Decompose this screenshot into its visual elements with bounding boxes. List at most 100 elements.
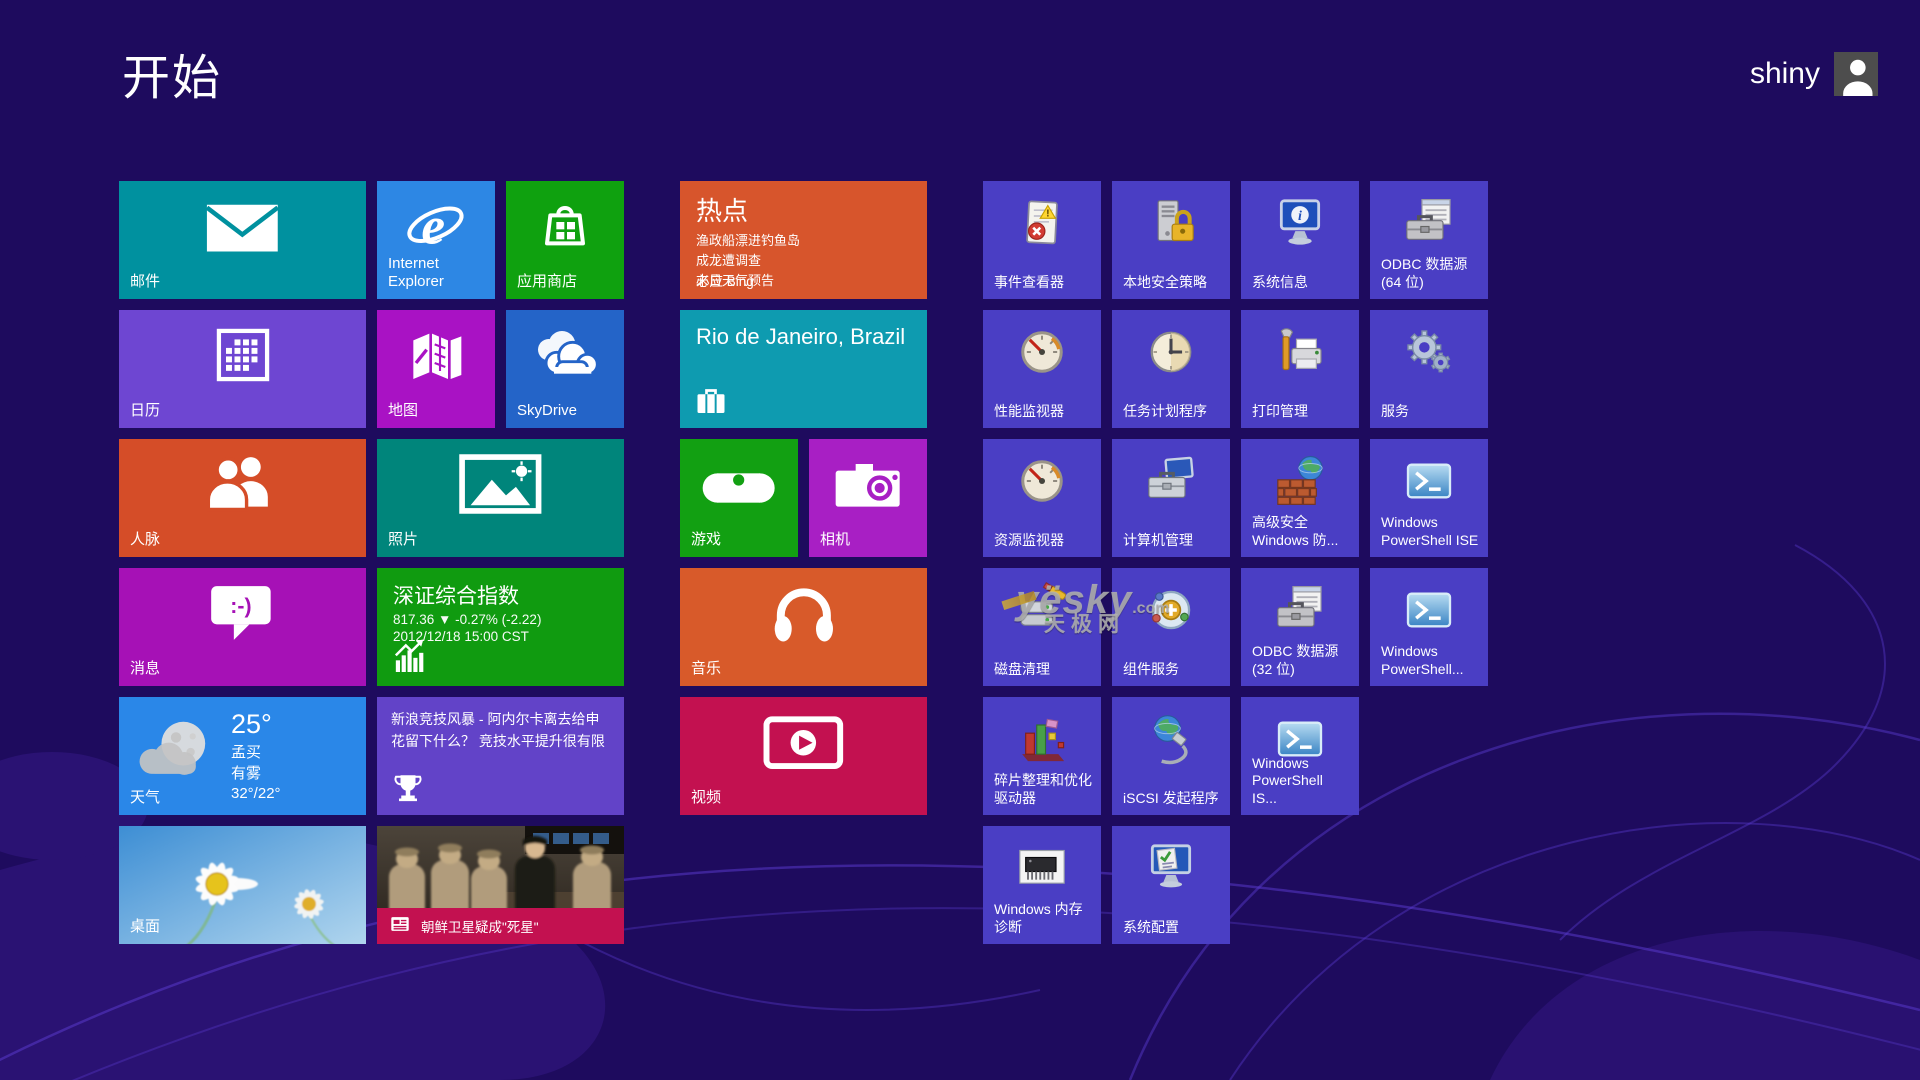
bing-news-item: 成龙遭调查: [696, 252, 927, 271]
computer-mgmt-icon: [1143, 453, 1199, 514]
svg-text:i: i: [1298, 209, 1302, 224]
maps-tile[interactable]: 地图: [377, 310, 495, 428]
sports-news-tile[interactable]: 新浪竞技风暴 - 阿内尔卡离去给申花留下什么？ 竞技水平提升很有限: [377, 697, 624, 815]
user-account[interactable]: shiny: [1750, 52, 1878, 96]
performance-monitor-tile[interactable]: 性能监视器: [983, 310, 1101, 428]
gears-icon: [1401, 324, 1457, 385]
tile-label: 邮件: [130, 273, 358, 292]
photos-tile[interactable]: 照片: [377, 439, 624, 557]
svg-text::-): :-): [230, 594, 251, 618]
games-icon: [696, 452, 781, 521]
disk-cleanup-icon: [1014, 582, 1070, 643]
task-scheduler-tile[interactable]: 任务计划程序: [1112, 310, 1230, 428]
tile-label: WindowsPowerShell...: [1381, 643, 1480, 678]
weather-temp: 25°: [231, 707, 281, 742]
svg-text:!: !: [1046, 207, 1050, 219]
stock-timestamp: 2012/12/18 15:00 CST: [393, 629, 624, 644]
tile-label: WindowsPowerShell ISE: [1381, 514, 1480, 549]
system-config-icon: [1143, 840, 1199, 901]
event-viewer-tile[interactable]: ! 事件查看器: [983, 181, 1101, 299]
svg-text:e: e: [421, 195, 445, 255]
powershell-tile[interactable]: WindowsPowerShell...: [1370, 568, 1488, 686]
security-policy-icon: [1143, 195, 1199, 256]
tile-label: 相机: [820, 531, 919, 550]
calendar-tile[interactable]: 日历: [119, 310, 366, 428]
stock-index-name: 深证综合指数: [393, 580, 624, 610]
weather-range: 32°/22°: [231, 784, 281, 804]
trophy-icon: [390, 770, 426, 806]
resource-monitor-tile[interactable]: 资源监视器: [983, 439, 1101, 557]
defrag-icon: [1014, 711, 1070, 772]
briefcase-icon: [693, 383, 729, 419]
system-info-icon: i: [1272, 195, 1328, 256]
store-icon: [533, 194, 597, 263]
tile-label: iSCSI 发起程序: [1123, 790, 1222, 808]
games-tile[interactable]: 游戏: [680, 439, 798, 557]
bing-headline: 热点: [696, 191, 927, 228]
tile-label: 服务: [1381, 403, 1480, 421]
desktop-tile[interactable]: 桌面: [119, 826, 366, 944]
memory-diagnostic-tile[interactable]: Windows 内存诊断: [983, 826, 1101, 944]
tile-label: 游戏: [691, 531, 790, 550]
tile-label: 本地安全策略: [1123, 274, 1222, 292]
video-tile[interactable]: 视频: [680, 697, 927, 815]
tile-label: 高级安全Windows 防...: [1252, 514, 1351, 549]
bing-tile[interactable]: 热点渔政船漂进钓鱼岛成龙遭调查末日天气预告必应 Bing: [680, 181, 927, 299]
tile-label: 计算机管理: [1123, 532, 1222, 550]
weather-tile[interactable]: 25° 孟买 有雾 32°/22° 天气: [119, 697, 366, 815]
local-security-policy-tile[interactable]: 本地安全策略: [1112, 181, 1230, 299]
tile-label: 事件查看器: [994, 274, 1093, 292]
travel-destination: Rio de Janeiro, Brazil: [696, 324, 927, 350]
tile-label: 性能监视器: [994, 403, 1093, 421]
system-configuration-tile[interactable]: 系统配置: [1112, 826, 1230, 944]
weather-condition: 有雾: [231, 764, 281, 784]
people-tile[interactable]: 人脉: [119, 439, 366, 557]
services-tile[interactable]: 服务: [1370, 310, 1488, 428]
user-name: shiny: [1750, 57, 1820, 91]
powershell-ise-2-tile[interactable]: WindowsPowerShell IS...: [1241, 697, 1359, 815]
clock-icon: [1143, 324, 1199, 385]
calendar-icon: [209, 321, 277, 394]
system-information-tile[interactable]: i系统信息: [1241, 181, 1359, 299]
music-icon: [765, 579, 843, 652]
mail-icon: [197, 192, 288, 265]
component-services-icon: [1143, 582, 1199, 643]
disk-cleanup-tile[interactable]: 磁盘清理: [983, 568, 1101, 686]
ie-icon: e: [404, 194, 468, 263]
skydrive-icon: [522, 323, 607, 392]
print-management-tile[interactable]: 打印管理: [1241, 310, 1359, 428]
tile-label: 碎片整理和优化驱动器: [994, 772, 1093, 807]
news-photo-tile[interactable]: 朝鲜卫星疑成"死星": [377, 826, 624, 944]
finance-tile[interactable]: 深证综合指数 817.36 ▼ -0.27% (-2.22) 2012/12/1…: [377, 568, 624, 686]
odbc-32-tile[interactable]: ODBC 数据源(32 位): [1241, 568, 1359, 686]
internet-explorer-tile[interactable]: eInternetExplorer: [377, 181, 495, 299]
gauge-icon: [1014, 324, 1070, 385]
tile-label: WindowsPowerShell IS...: [1252, 755, 1351, 808]
photos-icon: [455, 450, 546, 523]
windows-firewall-advanced-tile[interactable]: 高级安全Windows 防...: [1241, 439, 1359, 557]
store-tile[interactable]: 应用商店: [506, 181, 624, 299]
component-services-tile[interactable]: 组件服务: [1112, 568, 1230, 686]
travel-tile[interactable]: Rio de Janeiro, Brazil: [680, 310, 927, 428]
computer-management-tile[interactable]: 计算机管理: [1112, 439, 1230, 557]
camera-tile[interactable]: 相机: [809, 439, 927, 557]
stock-quote: 817.36 ▼ -0.27% (-2.22): [393, 612, 624, 627]
music-tile[interactable]: 音乐: [680, 568, 927, 686]
tile-label: 磁盘清理: [994, 661, 1093, 679]
iscsi-initiator-tile[interactable]: iSCSI 发起程序: [1112, 697, 1230, 815]
tile-label: 组件服务: [1123, 661, 1222, 679]
tile-label: 应用商店: [517, 273, 616, 292]
tile-label: 日历: [130, 402, 358, 421]
skydrive-tile[interactable]: SkyDrive: [506, 310, 624, 428]
powershell-icon: [1272, 711, 1328, 772]
powershell-icon: [1401, 453, 1457, 514]
powershell-ise-tile[interactable]: WindowsPowerShell ISE: [1370, 439, 1488, 557]
odbc-64-tile[interactable]: ODBC 数据源(64 位): [1370, 181, 1488, 299]
defrag-optimize-drives-tile[interactable]: 碎片整理和优化驱动器: [983, 697, 1101, 815]
printer-wrench-icon: [1272, 324, 1328, 385]
mail-tile[interactable]: 邮件: [119, 181, 366, 299]
news-caption: 朝鲜卫星疑成"死星": [421, 916, 539, 936]
video-icon: [758, 708, 849, 781]
tile-label: ODBC 数据源(64 位): [1381, 256, 1480, 291]
messaging-tile[interactable]: :-)消息: [119, 568, 366, 686]
